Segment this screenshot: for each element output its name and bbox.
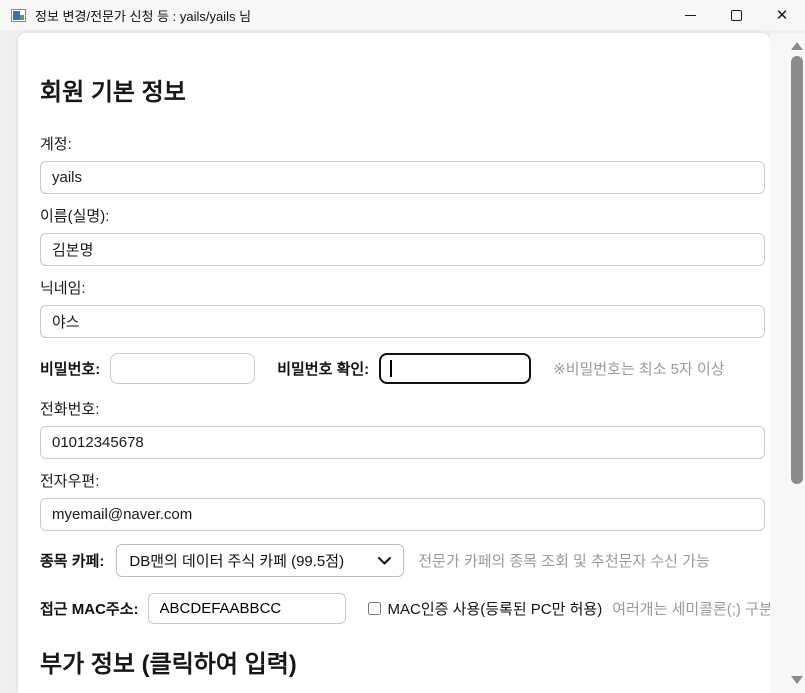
phone-group: 전화번호: xyxy=(40,400,765,459)
account-label: 계정: xyxy=(40,135,765,155)
phone-input[interactable] xyxy=(40,426,765,459)
password-confirm-label: 비밀번호 확인: xyxy=(277,358,369,379)
cafe-row: 종목 카페: DB맨의 데이터 주식 카페 (99.5점) 전문가 카페의 종목… xyxy=(40,544,765,577)
password-label: 비밀번호: xyxy=(40,358,100,379)
mac-auth-checkbox[interactable] xyxy=(368,601,381,616)
email-group: 전자우편: xyxy=(40,472,765,531)
window-title: 정보 변경/전문가 신청 등 : yails/yails 님 xyxy=(35,6,251,25)
minimize-icon xyxy=(685,15,696,16)
email-label: 전자우편: xyxy=(40,472,765,492)
password-row: 비밀번호: 비밀번호 확인: ※비밀번호는 최소 5자 이상 xyxy=(40,353,765,384)
scrollbar-up-icon[interactable] xyxy=(791,42,803,50)
text-cursor xyxy=(390,360,392,377)
mac-address-input[interactable] xyxy=(148,593,346,624)
mac-row: 접근 MAC주소: MAC인증 사용(등록된 PC만 허용) 여러개는 세미콜론… xyxy=(40,593,765,624)
vertical-scrollbar[interactable] xyxy=(770,33,805,693)
nickname-group: 닉네임: xyxy=(40,279,765,338)
additional-info-title[interactable]: 부가 정보 (클릭하여 입력) xyxy=(40,650,765,679)
password-confirm-input[interactable] xyxy=(379,353,531,384)
form-panel: 회원 기본 정보 계정: 이름(실명): 닉네임: 비밀번호: 비밀번호 확인: xyxy=(18,33,770,693)
mac-hint: 여러개는 세미콜론(;) 구분 xyxy=(612,598,770,619)
maximize-button[interactable] xyxy=(713,0,759,30)
real-name-group: 이름(실명): xyxy=(40,207,765,266)
cafe-selected-option: DB맨의 데이터 주식 카페 (99.5점) xyxy=(129,550,344,571)
minimize-button[interactable] xyxy=(667,0,713,30)
chevron-down-icon xyxy=(378,557,391,565)
close-button[interactable]: ✕ xyxy=(759,0,805,30)
window-controls: ✕ xyxy=(667,0,805,30)
mac-auth-checkbox-label: MAC인증 사용(등록된 PC만 허용) xyxy=(388,598,603,619)
maximize-icon xyxy=(731,10,742,21)
nickname-input[interactable] xyxy=(40,305,765,338)
cafe-select[interactable]: DB맨의 데이터 주식 카페 (99.5점) xyxy=(116,544,404,577)
real-name-label: 이름(실명): xyxy=(40,207,765,227)
real-name-input[interactable] xyxy=(40,233,765,266)
window-content: 회원 기본 정보 계정: 이름(실명): 닉네임: 비밀번호: 비밀번호 확인: xyxy=(0,30,805,693)
nickname-label: 닉네임: xyxy=(40,279,765,299)
app-icon xyxy=(11,9,26,22)
close-icon: ✕ xyxy=(776,8,789,23)
title-bar: 정보 변경/전문가 신청 등 : yails/yails 님 ✕ xyxy=(0,0,805,30)
email-input[interactable] xyxy=(40,498,765,531)
dialog-window: 정보 변경/전문가 신청 등 : yails/yails 님 ✕ 회원 기본 정… xyxy=(0,0,805,693)
scrollbar-thumb[interactable] xyxy=(791,56,803,484)
password-hint: ※비밀번호는 최소 5자 이상 xyxy=(553,358,724,379)
password-input[interactable] xyxy=(110,353,255,384)
cafe-label: 종목 카페: xyxy=(40,550,104,571)
mac-label: 접근 MAC주소: xyxy=(40,598,139,619)
account-group: 계정: xyxy=(40,135,765,194)
page-title: 회원 기본 정보 xyxy=(40,78,765,107)
phone-label: 전화번호: xyxy=(40,400,765,420)
cafe-hint: 전문가 카페의 종목 조회 및 추천문자 수신 가능 xyxy=(418,550,709,571)
scrollbar-down-icon[interactable] xyxy=(791,676,803,684)
account-input[interactable] xyxy=(40,161,765,194)
